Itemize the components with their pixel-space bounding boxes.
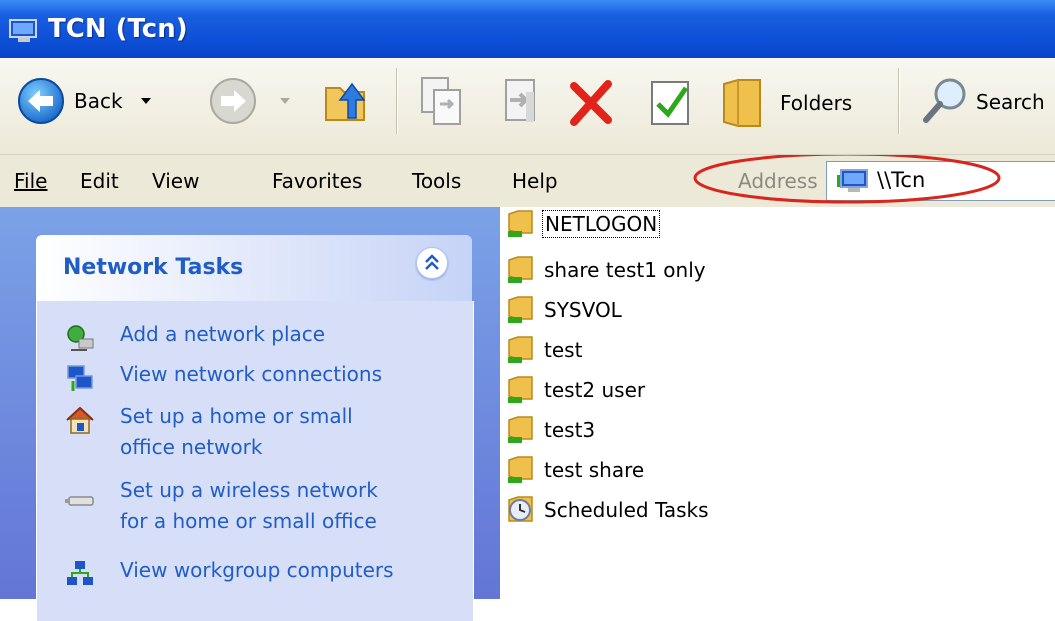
list-item[interactable]: test share [506,451,646,489]
shared-folder-icon [508,296,533,323]
task-label-line: Set up a wireless network [120,478,378,502]
address-input[interactable]: \\Tcn [877,168,925,192]
wireless-network-icon [65,496,94,506]
scheduled-tasks-icon [508,496,533,522]
menu-tools[interactable]: Tools [412,169,461,193]
menu-help-label: Help [512,169,558,193]
workgroup-computers-icon [67,561,93,585]
search-icon [923,78,966,123]
add-network-place-link[interactable]: Add a network place [120,319,325,350]
back-button[interactable]: Back [16,76,151,126]
forward-arrow-icon [210,78,256,124]
folders-label: Folders [780,91,853,115]
delete-icon [570,80,612,126]
task-label-line: for a home or small office [120,509,377,533]
up-folder-button[interactable] [320,74,370,128]
shared-folder-icon [508,210,533,237]
properties-check-icon [651,81,689,125]
menu-view[interactable]: View [152,169,199,193]
menu-edit[interactable]: Edit [80,169,119,193]
shared-folder-icon [508,336,533,363]
task-label-line: View workgroup computers [120,558,394,582]
menu-favorites-label: Favorites [272,169,363,193]
properties-button[interactable] [646,76,696,130]
address-label: Address [738,169,818,193]
view-workgroup-computers-link[interactable]: View workgroup computers [120,555,394,586]
list-item[interactable]: test [506,331,584,369]
toolbar-separator [396,68,397,134]
home-network-setup-link[interactable]: Set up a home or small office network [120,401,353,463]
list-item[interactable]: Scheduled Tasks [506,491,711,529]
menu-tools-label: Tools [412,169,462,193]
copy-to-button[interactable] [416,74,466,130]
task-label-line: Add a network place [120,322,326,346]
file-label: test [544,338,583,362]
file-label: test3 [544,418,596,442]
list-item[interactable]: share test1 only [506,251,708,289]
copy-to-icon [421,77,461,125]
file-label: SYSVOL [544,298,622,322]
file-list: NETLOGON share test1 only SYSVOL test te… [500,207,1055,599]
file-label: test share [544,458,645,482]
window-title: TCN (Tcn) [48,14,188,44]
task-label-line: Set up a home or small [120,404,353,428]
address-bar[interactable]: \\Tcn [826,161,1055,201]
shared-folder-icon [508,456,533,483]
back-dropdown-icon[interactable] [140,98,151,104]
back-label: Back [74,89,123,113]
up-folder-icon [325,82,366,121]
move-to-icon [505,79,535,122]
collapse-button[interactable] [416,247,448,279]
file-label: Scheduled Tasks [544,498,709,522]
view-network-connections-link[interactable]: View network connections [120,359,382,390]
network-place-icon [67,325,94,351]
list-item[interactable]: NETLOGON [506,205,661,243]
delete-button[interactable] [566,78,616,128]
folders-button[interactable]: Folders [720,76,852,130]
menu-help[interactable]: Help [512,169,558,193]
task-label-line: office network [120,435,263,459]
shared-folder-icon [508,376,533,403]
menu-view-label: View [152,169,200,193]
network-tasks-header[interactable]: Network Tasks [36,235,472,301]
back-arrow-icon [18,78,64,124]
menu-file[interactable]: File [14,169,47,193]
task-label-line: View network connections [120,362,383,386]
shared-folder-icon [508,256,533,283]
menu-bar: File Edit View Favorites Tools Help Addr… [0,155,1055,207]
network-tasks-list: Add a network place View network connect… [36,301,474,621]
menu-edit-label: Edit [80,169,119,193]
shared-folder-icon [508,416,533,443]
search-label: Search [976,90,1045,114]
list-item[interactable]: test3 [506,411,597,449]
forward-dropdown-icon[interactable] [280,98,290,104]
file-label: NETLOGON [542,210,661,238]
network-connections-icon [67,365,93,391]
network-tasks-panel: Network Tasks Add a network place View n… [36,235,474,621]
file-label: share test1 only [544,258,706,282]
chevron-up-icon [425,254,439,270]
forward-button[interactable] [208,76,290,126]
computer-icon [9,19,37,42]
list-item[interactable]: SYSVOL [506,291,624,329]
menu-file-label: File [14,169,48,193]
move-to-button[interactable] [496,74,546,130]
menu-favorites[interactable]: Favorites [272,169,362,193]
toolbar-separator [898,68,899,134]
wireless-network-setup-link[interactable]: Set up a wireless network for a home or … [120,475,378,537]
computer-icon [837,169,868,192]
file-label: test2 user [544,378,646,402]
search-button[interactable]: Search [920,76,1045,128]
toolbar: Back Folders Search [0,58,1055,155]
list-item[interactable]: test2 user [506,371,647,409]
network-tasks-title: Network Tasks [63,255,244,280]
home-network-icon [66,406,94,434]
task-pane: Network Tasks Add a network place View n… [0,207,500,621]
folders-icon [723,79,761,127]
title-bar[interactable]: TCN (Tcn) [0,0,1055,58]
